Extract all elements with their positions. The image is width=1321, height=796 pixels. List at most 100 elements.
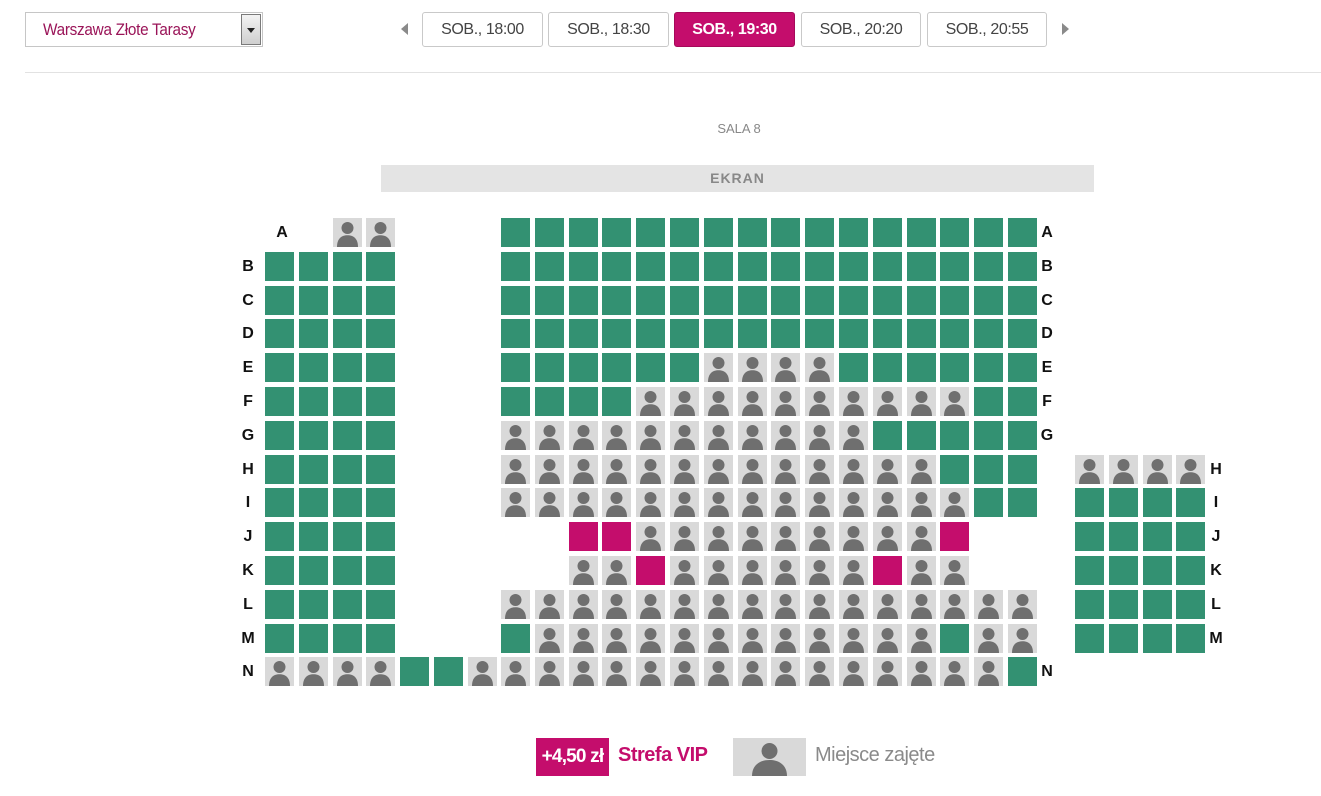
seat-B-5-free[interactable] bbox=[501, 252, 530, 281]
seat-B-16-free[interactable] bbox=[873, 252, 902, 281]
seat-C-2-free[interactable] bbox=[299, 286, 328, 315]
showtime-button-2[interactable]: SOB., 18:30 bbox=[548, 12, 669, 47]
seat-D-19-free[interactable] bbox=[974, 319, 1003, 348]
seat-E-7-free[interactable] bbox=[569, 353, 598, 382]
seat-I-1-free[interactable] bbox=[265, 488, 294, 517]
seat-M-25-free[interactable] bbox=[1176, 624, 1205, 653]
seat-E-1-free[interactable] bbox=[265, 353, 294, 382]
seat-L-4-free[interactable] bbox=[366, 590, 395, 619]
seat-A-9-free[interactable] bbox=[636, 218, 665, 247]
seat-C-19-free[interactable] bbox=[974, 286, 1003, 315]
seat-G-16-free[interactable] bbox=[873, 421, 902, 450]
seat-M-22-free[interactable] bbox=[1075, 624, 1104, 653]
seat-E-15-free[interactable] bbox=[839, 353, 868, 382]
seat-C-8-free[interactable] bbox=[602, 286, 631, 315]
seat-B-17-free[interactable] bbox=[907, 252, 936, 281]
seat-A-15-free[interactable] bbox=[839, 218, 868, 247]
seat-D-6-free[interactable] bbox=[535, 319, 564, 348]
seat-C-18-free[interactable] bbox=[940, 286, 969, 315]
seat-G-2-free[interactable] bbox=[299, 421, 328, 450]
seat-H-20-free[interactable] bbox=[1008, 455, 1037, 484]
seat-M-5-free[interactable] bbox=[501, 624, 530, 653]
seat-C-16-free[interactable] bbox=[873, 286, 902, 315]
seat-D-13-free[interactable] bbox=[771, 319, 800, 348]
seat-A-19-free[interactable] bbox=[974, 218, 1003, 247]
seat-D-10-free[interactable] bbox=[670, 319, 699, 348]
seat-B-20-free[interactable] bbox=[1008, 252, 1037, 281]
seat-K-23-free[interactable] bbox=[1109, 556, 1138, 585]
seat-F-20-free[interactable] bbox=[1008, 387, 1037, 416]
seat-M-18-free[interactable] bbox=[940, 624, 969, 653]
seat-M-24-free[interactable] bbox=[1143, 624, 1172, 653]
seat-E-6-free[interactable] bbox=[535, 353, 564, 382]
seat-C-5-free[interactable] bbox=[501, 286, 530, 315]
seat-I-19-free[interactable] bbox=[974, 488, 1003, 517]
seat-A-16-free[interactable] bbox=[873, 218, 902, 247]
seat-J-2-free[interactable] bbox=[299, 522, 328, 551]
seat-J-3-free[interactable] bbox=[333, 522, 362, 551]
seat-F-4-free[interactable] bbox=[366, 387, 395, 416]
seat-K-25-free[interactable] bbox=[1176, 556, 1205, 585]
seat-I-20-free[interactable] bbox=[1008, 488, 1037, 517]
seat-J-22-free[interactable] bbox=[1075, 522, 1104, 551]
seat-K-3-free[interactable] bbox=[333, 556, 362, 585]
seat-C-12-free[interactable] bbox=[738, 286, 767, 315]
seat-E-3-free[interactable] bbox=[333, 353, 362, 382]
seat-A-8-free[interactable] bbox=[602, 218, 631, 247]
seat-F-6-free[interactable] bbox=[535, 387, 564, 416]
seat-D-7-free[interactable] bbox=[569, 319, 598, 348]
seat-D-9-free[interactable] bbox=[636, 319, 665, 348]
seat-F-3-free[interactable] bbox=[333, 387, 362, 416]
seat-F-8-free[interactable] bbox=[602, 387, 631, 416]
seat-M-23-free[interactable] bbox=[1109, 624, 1138, 653]
seat-J-25-free[interactable] bbox=[1176, 522, 1205, 551]
seat-E-9-free[interactable] bbox=[636, 353, 665, 382]
seat-J-23-free[interactable] bbox=[1109, 522, 1138, 551]
seat-D-5-free[interactable] bbox=[501, 319, 530, 348]
seat-D-18-free[interactable] bbox=[940, 319, 969, 348]
seat-L-24-free[interactable] bbox=[1143, 590, 1172, 619]
seat-L-22-free[interactable] bbox=[1075, 590, 1104, 619]
seat-F-5-free[interactable] bbox=[501, 387, 530, 416]
seat-J-7-vip[interactable] bbox=[569, 522, 598, 551]
seat-B-2-free[interactable] bbox=[299, 252, 328, 281]
seat-I-3-free[interactable] bbox=[333, 488, 362, 517]
seat-I-24-free[interactable] bbox=[1143, 488, 1172, 517]
seat-B-1-free[interactable] bbox=[265, 252, 294, 281]
seat-E-18-free[interactable] bbox=[940, 353, 969, 382]
seat-H-1-free[interactable] bbox=[265, 455, 294, 484]
seat-B-19-free[interactable] bbox=[974, 252, 1003, 281]
seat-D-4-free[interactable] bbox=[366, 319, 395, 348]
seat-N-5-free[interactable] bbox=[400, 657, 429, 686]
seat-K-2-free[interactable] bbox=[299, 556, 328, 585]
next-showtimes-arrow-icon[interactable] bbox=[1062, 23, 1069, 35]
seat-A-5-free[interactable] bbox=[501, 218, 530, 247]
seat-A-20-free[interactable] bbox=[1008, 218, 1037, 247]
cinema-select[interactable]: Warszawa Złote Tarasy bbox=[25, 12, 263, 47]
seat-C-15-free[interactable] bbox=[839, 286, 868, 315]
seat-A-10-free[interactable] bbox=[670, 218, 699, 247]
seat-B-8-free[interactable] bbox=[602, 252, 631, 281]
seat-A-13-free[interactable] bbox=[771, 218, 800, 247]
seat-I-22-free[interactable] bbox=[1075, 488, 1104, 517]
seat-B-13-free[interactable] bbox=[771, 252, 800, 281]
seat-K-1-free[interactable] bbox=[265, 556, 294, 585]
seat-D-8-free[interactable] bbox=[602, 319, 631, 348]
seat-D-17-free[interactable] bbox=[907, 319, 936, 348]
seat-B-4-free[interactable] bbox=[366, 252, 395, 281]
seat-B-12-free[interactable] bbox=[738, 252, 767, 281]
seat-G-19-free[interactable] bbox=[974, 421, 1003, 450]
seat-D-15-free[interactable] bbox=[839, 319, 868, 348]
seat-B-15-free[interactable] bbox=[839, 252, 868, 281]
seat-L-25-free[interactable] bbox=[1176, 590, 1205, 619]
seat-C-11-free[interactable] bbox=[704, 286, 733, 315]
seat-E-4-free[interactable] bbox=[366, 353, 395, 382]
seat-C-20-free[interactable] bbox=[1008, 286, 1037, 315]
seat-K-24-free[interactable] bbox=[1143, 556, 1172, 585]
seat-J-4-free[interactable] bbox=[366, 522, 395, 551]
seat-B-14-free[interactable] bbox=[805, 252, 834, 281]
seat-D-20-free[interactable] bbox=[1008, 319, 1037, 348]
seat-C-10-free[interactable] bbox=[670, 286, 699, 315]
seat-E-8-free[interactable] bbox=[602, 353, 631, 382]
showtime-button-5[interactable]: SOB., 20:55 bbox=[927, 12, 1047, 47]
